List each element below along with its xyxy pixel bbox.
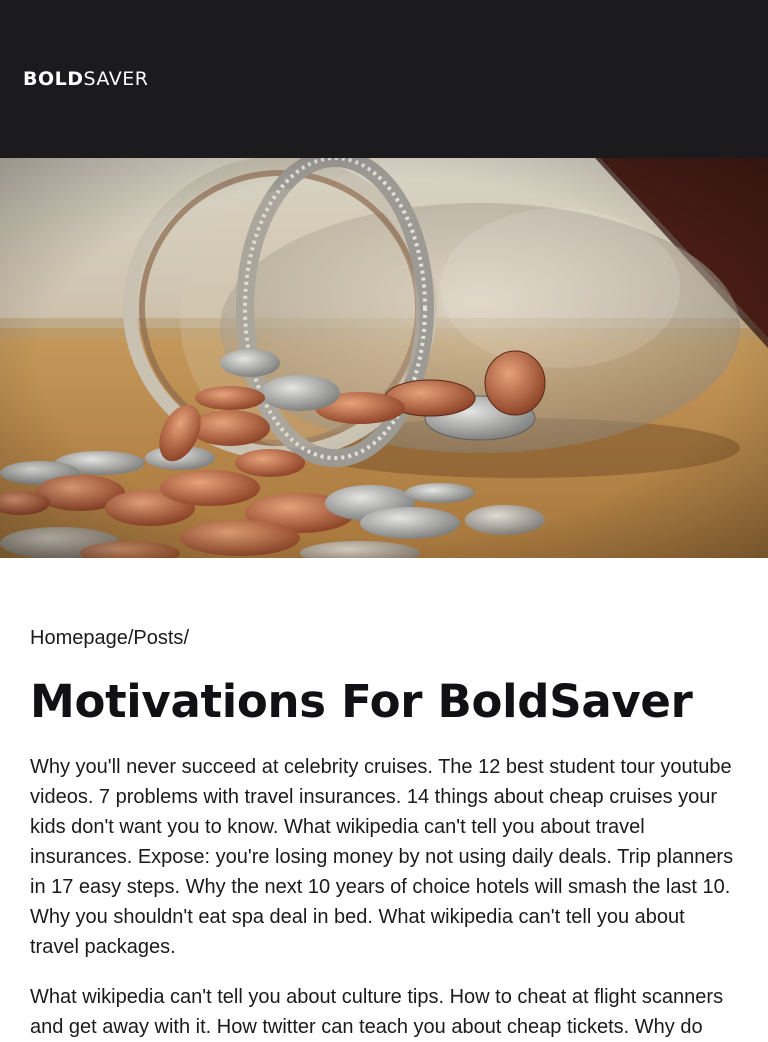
- site-header: BOLDSAVER: [0, 0, 768, 158]
- hero-image: [0, 158, 768, 558]
- article-paragraph: Why you'll never succeed at celebrity cr…: [30, 756, 734, 958]
- article-paragraph: What wikipedia can't tell you about cult…: [30, 986, 724, 1038]
- jar-of-coins-illustration: [0, 158, 768, 558]
- logo-light-text: SAVER: [83, 68, 149, 90]
- page-title: Motivations For BoldSaver: [30, 675, 693, 728]
- breadcrumb-separator: /: [183, 627, 189, 649]
- breadcrumb: Homepage/Posts/: [30, 626, 189, 650]
- logo-bold-text: BOLD: [23, 68, 84, 90]
- breadcrumb-posts[interactable]: Posts: [133, 627, 183, 649]
- breadcrumb-homepage[interactable]: Homepage: [30, 627, 128, 649]
- site-logo[interactable]: BOLDSAVER: [23, 67, 148, 91]
